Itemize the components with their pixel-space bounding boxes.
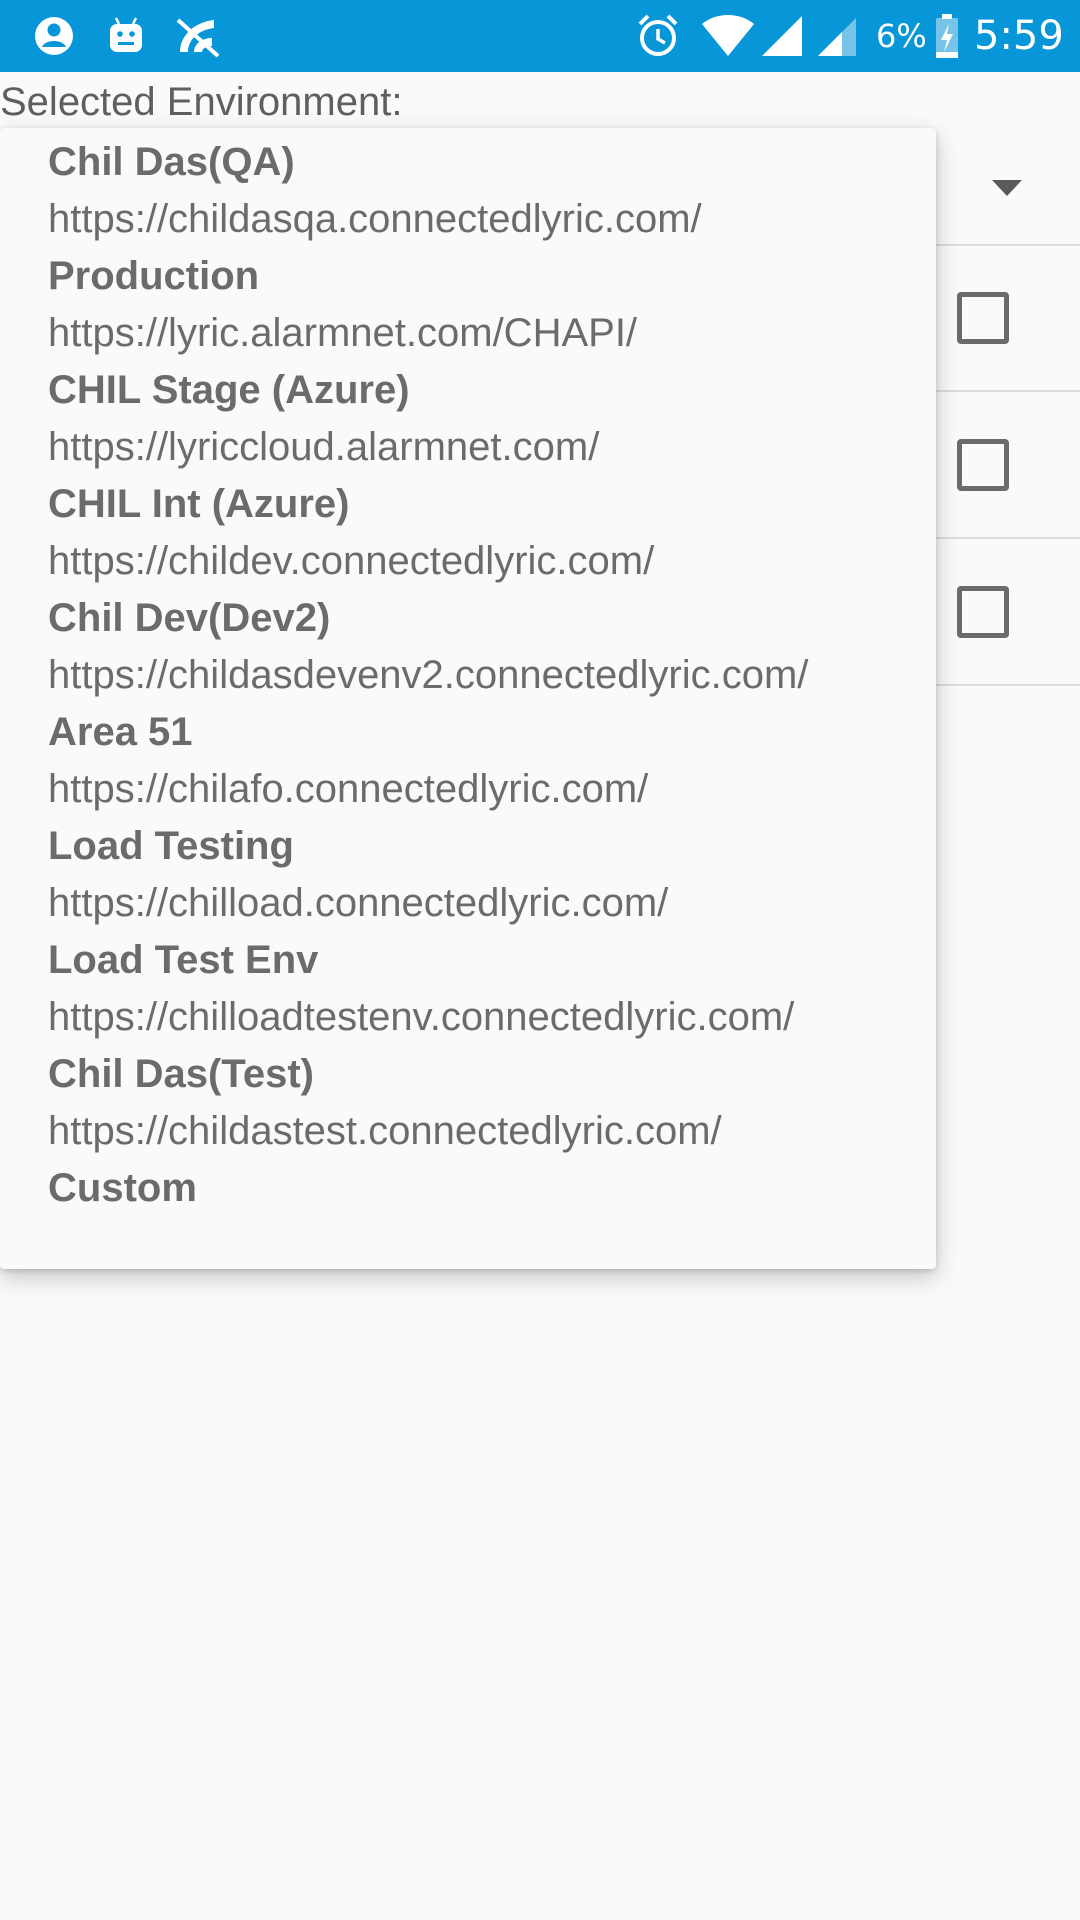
option-name: Chil Das(QA) — [48, 140, 295, 184]
wifi-icon — [702, 15, 754, 56]
chevron-down-icon[interactable] — [992, 180, 1022, 196]
option-name: Production — [48, 254, 260, 298]
checkbox-1[interactable] — [957, 292, 1009, 344]
dropdown-option[interactable]: CHIL Stage (Azure) https://lyriccloud.al… — [48, 362, 936, 476]
dropdown-option[interactable]: Load Test Env https://chilloadtestenv.co… — [48, 932, 936, 1046]
alarm-icon — [638, 14, 678, 56]
option-url: https://lyric.alarmnet.com/CHAPI/ — [48, 311, 638, 355]
option-url: https://chilafo.connectedlyric.com/ — [48, 767, 649, 811]
dropdown-option[interactable]: Area 51 https://chilafo.connectedlyric.c… — [48, 704, 936, 818]
option-name: Chil Dev(Dev2) — [48, 596, 331, 640]
account-circle-icon — [35, 17, 73, 55]
dropdown-option[interactable]: Production https://lyric.alarmnet.com/CH… — [48, 248, 936, 362]
option-url: https://childastest.connectedlyric.com/ — [48, 1109, 722, 1153]
clock: 5:59 — [974, 13, 1064, 59]
option-url: https://childev.connectedlyric.com/ — [48, 539, 655, 583]
option-name: Chil Das(Test) — [48, 1052, 314, 1096]
option-name: Load Testing — [48, 824, 294, 868]
dropdown-option[interactable]: Chil Das(QA) https://childasqa.connected… — [48, 134, 936, 248]
option-name: Area 51 — [48, 710, 193, 754]
checkbox-3[interactable] — [957, 586, 1009, 638]
option-url: https://chilloadtestenv.connectedlyric.c… — [48, 995, 795, 1039]
option-url: https://lyriccloud.alarmnet.com/ — [48, 425, 600, 469]
signal-2-icon — [818, 18, 856, 56]
selected-environment-label: Selected Environment: — [0, 80, 403, 124]
sync-disabled-icon — [176, 18, 220, 58]
dropdown-option[interactable]: CHIL Int (Azure) https://childev.connect… — [48, 476, 936, 590]
option-url: https://childasdevenv2.connectedlyric.co… — [48, 653, 809, 697]
checkbox-2[interactable] — [957, 439, 1009, 491]
battery-charging-icon — [936, 14, 958, 58]
option-url: https://chilload.connectedlyric.com/ — [48, 881, 669, 925]
option-name: CHIL Int (Azure) — [48, 482, 350, 526]
option-name: CHIL Stage (Azure) — [48, 368, 410, 412]
signal-icon — [762, 16, 802, 56]
battery-percent: 6% — [876, 17, 927, 55]
dropdown-option[interactable]: Chil Dev(Dev2) https://childasdevenv2.co… — [48, 590, 936, 704]
dropdown-option[interactable]: Load Testing https://chilload.connectedl… — [48, 818, 936, 932]
dropdown-option[interactable]: Custom — [48, 1160, 936, 1216]
option-name: Load Test Env — [48, 938, 319, 982]
environment-dropdown: Chil Das(QA) https://childasqa.connected… — [0, 128, 936, 1269]
dropdown-option[interactable]: Chil Das(Test) https://childastest.conne… — [48, 1046, 936, 1160]
status-bar: 6% 5:59 — [0, 0, 1080, 72]
android-icon — [110, 17, 142, 52]
option-name: Custom — [48, 1166, 197, 1210]
option-url: https://childasqa.connectedlyric.com/ — [48, 197, 702, 241]
